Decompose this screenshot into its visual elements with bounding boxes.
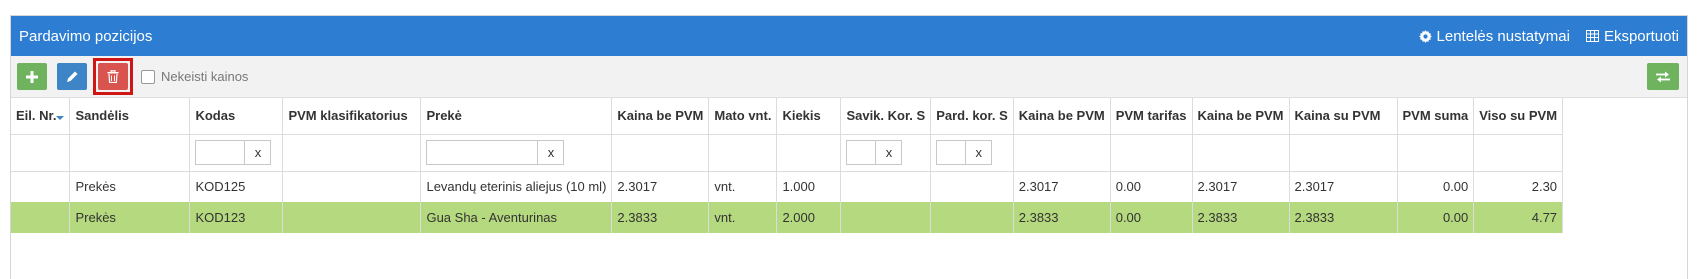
cell-vat-rate: 0.00 <box>1110 171 1193 202</box>
cell-price2: 2.3833 <box>1013 202 1111 233</box>
pencil-icon <box>66 71 77 82</box>
plus-icon <box>26 70 38 83</box>
product-filter-input[interactable] <box>426 140 539 165</box>
cell-vat-class <box>282 171 422 202</box>
delete-button[interactable] <box>98 63 128 90</box>
col-header-total[interactable]: Viso su PVM <box>1473 98 1564 135</box>
col-header-vat-rate[interactable]: PVM tarifas <box>1110 98 1193 135</box>
cell-warehouse: Prekės <box>69 171 191 202</box>
keep-price-label: Nekeisti kainos <box>161 69 249 84</box>
code-filter-clear[interactable]: x <box>245 140 272 165</box>
panel-title: Pardavimo pozicijos <box>19 27 153 45</box>
cell-code: KOD123 <box>189 202 284 233</box>
cell-nr <box>11 171 71 202</box>
cell-sale <box>930 171 1014 202</box>
cell-code: KOD125 <box>189 171 284 202</box>
cell-cost <box>840 202 932 233</box>
cell-total: 4.77 <box>1473 202 1564 233</box>
cell-nr <box>11 202 71 233</box>
col-header-qty[interactable]: Kiekis <box>776 98 842 135</box>
code-filter-input[interactable] <box>195 140 246 165</box>
keep-price-checkbox[interactable]: Nekeisti kainos <box>141 69 248 84</box>
panel-header: Pardavimo pozicijos Lentelės nustatymai … <box>11 16 1687 56</box>
cell-price3: 2.3833 <box>1192 202 1290 233</box>
cell-vat-sum: 0.00 <box>1397 171 1475 202</box>
edit-button[interactable] <box>57 63 87 90</box>
sale-filter-clear[interactable]: x <box>966 140 993 165</box>
cell-qty: 1.000 <box>776 171 842 202</box>
cell-price-ex-vat: 2.3017 <box>611 171 710 202</box>
col-header-nr[interactable]: Eil. Nr. <box>11 98 71 135</box>
col-header-price-ex-vat[interactable]: Kaina be PVM <box>611 98 710 135</box>
table-icon <box>1585 30 1599 42</box>
cell-price3: 2.3017 <box>1192 171 1290 202</box>
col-header-sale[interactable]: Pard. kor. S <box>930 98 1014 135</box>
sort-icon <box>56 115 65 120</box>
cost-filter-input[interactable] <box>846 140 877 165</box>
cell-price2: 2.3017 <box>1013 171 1111 202</box>
sales-positions-panel: Pardavimo pozicijos Lentelės nustatymai … <box>10 15 1688 279</box>
table-row-selected[interactable]: Prekės KOD123 Gua Sha - Aventurinas 2.38… <box>11 202 1564 233</box>
table-row[interactable]: Prekės KOD125 Levandų eterinis aliejus (… <box>11 171 1564 202</box>
toolbar: Nekeisti kainos <box>11 56 1687 98</box>
table-settings-button[interactable]: Lentelės nustatymai <box>1418 27 1570 45</box>
export-label: Eksportuoti <box>1603 27 1679 45</box>
gear-icon <box>1418 29 1432 43</box>
delete-button-highlight <box>93 58 133 95</box>
product-filter: x <box>426 140 606 165</box>
cell-product: Gua Sha - Aventurinas <box>420 202 613 233</box>
col-header-code[interactable]: Kodas <box>189 98 284 135</box>
positions-table: Eil. Nr. Sandėlis Kodas PVM klasifikator… <box>11 98 1564 233</box>
cell-cost <box>840 171 932 202</box>
col-header-warehouse[interactable]: Sandėlis <box>69 98 191 135</box>
header-row: Eil. Nr. Sandėlis Kodas PVM klasifikator… <box>11 98 1564 135</box>
col-header-vat-sum[interactable]: PVM suma <box>1397 98 1475 135</box>
swap-arrows-icon <box>1656 71 1670 82</box>
col-header-unit[interactable]: Mato vnt. <box>708 98 778 135</box>
cell-unit: vnt. <box>708 171 778 202</box>
export-button[interactable]: Eksportuoti <box>1585 27 1679 45</box>
col-header-product[interactable]: Prekė <box>420 98 613 135</box>
sale-filter-input[interactable] <box>936 140 967 165</box>
cost-filter-clear[interactable]: x <box>876 140 903 165</box>
cell-total: 2.30 <box>1473 171 1564 202</box>
col-header-price-vat[interactable]: Kaina su PVM <box>1289 98 1398 135</box>
swap-button[interactable] <box>1647 63 1679 90</box>
checkbox-box[interactable] <box>141 69 155 84</box>
code-filter: x <box>195 140 277 165</box>
sale-filter: x <box>936 140 1008 165</box>
add-button[interactable] <box>17 63 47 90</box>
product-filter-clear[interactable]: x <box>538 140 565 165</box>
filter-row: x x x x <box>11 134 1564 172</box>
cell-vat-rate: 0.00 <box>1110 202 1193 233</box>
cell-qty: 2.000 <box>776 202 842 233</box>
cell-sale <box>930 202 1014 233</box>
cell-vat-sum: 0.00 <box>1397 202 1475 233</box>
col-header-vat-class[interactable]: PVM klasifikatorius <box>282 98 422 135</box>
cost-filter: x <box>846 140 925 165</box>
cell-price-vat: 2.3833 <box>1289 202 1398 233</box>
cell-unit: vnt. <box>708 202 778 233</box>
col-header-price2[interactable]: Kaina be PVM <box>1013 98 1111 135</box>
cell-product: Levandų eterinis aliejus (10 ml) <box>420 171 613 202</box>
cell-price-ex-vat: 2.3833 <box>611 202 710 233</box>
cell-price-vat: 2.3017 <box>1289 171 1398 202</box>
col-header-cost[interactable]: Savik. Kor. S <box>840 98 932 135</box>
trash-icon <box>107 70 119 83</box>
cell-vat-class <box>282 202 422 233</box>
cell-warehouse: Prekės <box>69 202 191 233</box>
col-header-price3[interactable]: Kaina be PVM <box>1192 98 1290 135</box>
table-settings-label: Lentelės nustatymai <box>1436 27 1570 45</box>
